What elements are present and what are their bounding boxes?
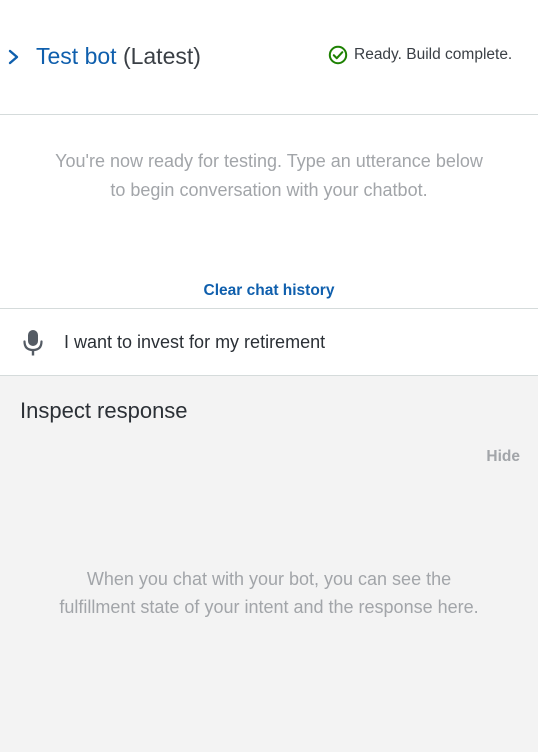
ready-message-line: You're now ready for testing. Type an ut…: [55, 151, 483, 171]
utterance-input[interactable]: [64, 330, 514, 354]
panel-header: Test bot (Latest) Ready. Build complete.: [0, 0, 538, 115]
ready-message: You're now ready for testing. Type an ut…: [0, 147, 538, 205]
inspect-message-line: fulfillment state of your intent and the…: [59, 597, 479, 617]
inspect-response-title: Inspect response: [20, 398, 188, 423]
ready-message-line: to begin conversation with your chatbot.: [110, 180, 428, 200]
bot-version: (Latest): [122, 43, 201, 69]
test-bot-panel: Test bot (Latest) Ready. Build complete.…: [0, 0, 538, 752]
bot-name: Test bot: [36, 43, 117, 69]
inspect-empty-message: When you chat with your bot, you can see…: [0, 565, 538, 621]
check-circle-icon: [328, 45, 348, 65]
hide-button[interactable]: Hide: [486, 448, 520, 466]
build-status-text: Ready. Build complete.: [354, 46, 513, 63]
build-status: Ready. Build complete.: [328, 44, 512, 66]
clear-chat-history-link[interactable]: Clear chat history: [0, 282, 538, 300]
chat-history-area: You're now ready for testing. Type an ut…: [0, 115, 538, 308]
panel-title: Test bot (Latest): [36, 41, 201, 71]
inspect-response-section: Inspect response Hide When you chat with…: [0, 376, 538, 752]
microphone-icon[interactable]: [22, 329, 44, 357]
chevron-right-icon[interactable]: [6, 47, 22, 67]
inspect-message-line: When you chat with your bot, you can see…: [86, 569, 452, 589]
utterance-input-row: [0, 308, 538, 376]
